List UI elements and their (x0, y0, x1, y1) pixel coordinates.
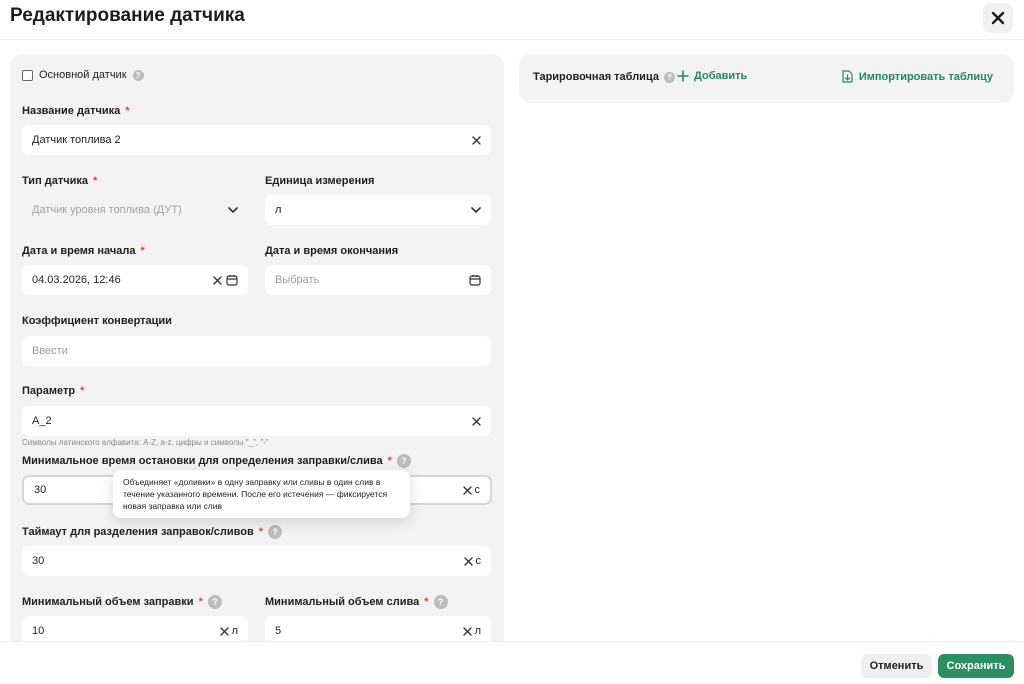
main-sensor-label: Основной датчик (39, 69, 127, 81)
import-table-label: Импортировать таблицу (858, 70, 993, 83)
sensor-form-panel: Основной датчик ? Название датчика * Дат… (10, 54, 504, 644)
conversion-coef-label-text: Коэффициент конвертации (22, 315, 172, 327)
sensor-name-label-text: Название датчика (22, 105, 121, 117)
clear-icon[interactable] (462, 626, 472, 636)
sensor-type-label: Тип датчика * (22, 175, 97, 187)
sensor-name-label: Название датчика * (22, 105, 130, 117)
clear-icon[interactable] (213, 275, 222, 285)
end-date-placeholder: Выбрать (275, 274, 320, 286)
min-refuel-unit: л (231, 625, 238, 637)
unit-value: л (275, 204, 282, 216)
calibration-table-panel: Тарировочная таблица ? Добавить Импортир… (519, 54, 1014, 103)
timeout-unit: с (475, 555, 482, 567)
main-sensor-checkbox[interactable] (22, 69, 33, 81)
help-icon[interactable]: ? (268, 525, 283, 539)
end-date-label-text: Дата и время окончания (265, 245, 399, 257)
min-refuel-label-text: Минимальный объем заправки (22, 596, 194, 608)
plus-icon (677, 70, 689, 82)
min-stop-unit: с (474, 484, 481, 496)
conversion-coef-input[interactable]: Ввести (22, 336, 491, 366)
page-title: Редактирование датчика (10, 5, 245, 26)
chevron-down-icon (471, 207, 481, 213)
required-mark: * (80, 385, 85, 397)
add-row-label: Добавить (694, 70, 748, 82)
calendar-icon[interactable] (469, 274, 481, 286)
file-import-icon (842, 70, 853, 83)
start-date-input[interactable]: 04.03.2026, 12:46 (22, 265, 248, 295)
min-drain-label-text: Минимальный объем слива (265, 596, 420, 608)
required-mark: * (258, 526, 264, 538)
timeout-value: 30 (32, 555, 45, 567)
conversion-coef-label: Коэффициент конвертации (22, 315, 172, 327)
unit-select[interactable]: л (265, 195, 491, 225)
main-sensor-checkbox-row[interactable]: Основной датчик ? (22, 69, 144, 81)
end-date-input[interactable]: Выбрать (265, 265, 491, 295)
unit-label: Единица измерения (265, 175, 374, 187)
sensor-type-label-text: Тип датчика (22, 175, 89, 187)
calendar-icon[interactable] (226, 274, 238, 286)
min-stop-label: Минимальное время остановки для определе… (22, 454, 411, 468)
required-mark: * (198, 596, 203, 608)
min-drain-unit: л (474, 625, 481, 637)
timeout-input[interactable]: 30 с (22, 546, 491, 576)
clear-icon[interactable] (472, 416, 481, 426)
min-drain-label: Минимальный объем слива * ? (265, 595, 448, 609)
help-tooltip: Объединяет «доливки» в одну заправку или… (113, 470, 410, 518)
start-date-value: 04.03.2026, 12:46 (32, 274, 121, 286)
cancel-button[interactable]: Отменить (861, 654, 932, 678)
parameter-input[interactable]: A_2 (22, 406, 491, 436)
required-mark: * (387, 455, 392, 467)
help-icon[interactable]: ? (207, 595, 222, 609)
required-mark: * (140, 245, 145, 257)
min-stop-label-text: Минимальное время остановки для определе… (22, 455, 383, 467)
conversion-coef-placeholder: Ввести (32, 345, 68, 357)
sensor-name-value: Датчик топлива 2 (32, 134, 121, 146)
help-icon[interactable]: ? (132, 69, 144, 81)
calibration-title-text: Тарировочная таблица (533, 71, 659, 83)
clear-icon[interactable] (219, 626, 229, 636)
min-drain-input[interactable]: 5 л (265, 616, 491, 644)
parameter-label: Параметр * (22, 385, 84, 397)
close-icon (991, 11, 1005, 25)
calibration-title: Тарировочная таблица ? (533, 71, 675, 83)
parameter-hint: Символы латинского алфавита: A-Z, a-z, ц… (22, 438, 269, 447)
close-button[interactable] (983, 3, 1013, 33)
clear-icon[interactable] (462, 485, 472, 495)
min-drain-value: 5 (275, 625, 282, 637)
chevron-down-icon (228, 207, 238, 213)
add-row-button[interactable]: Добавить (677, 70, 747, 82)
min-refuel-input[interactable]: 10 л (22, 616, 248, 644)
sensor-name-input[interactable]: Датчик топлива 2 (22, 125, 491, 155)
parameter-value: A_2 (32, 415, 52, 427)
min-refuel-value: 10 (32, 625, 45, 637)
required-mark: * (93, 175, 98, 187)
end-date-label: Дата и время окончания (265, 245, 398, 257)
min-refuel-label: Минимальный объем заправки * ? (22, 595, 222, 609)
start-date-label: Дата и время начала * (22, 245, 145, 257)
clear-icon[interactable] (463, 556, 473, 566)
sensor-type-value: Датчик уровня топлива (ДУТ) (32, 204, 182, 216)
help-icon[interactable]: ? (396, 454, 411, 468)
timeout-label: Таймаут для разделения заправок/сливов *… (22, 525, 283, 539)
required-mark: * (125, 105, 130, 117)
timeout-label-text: Таймаут для разделения заправок/сливов (22, 526, 254, 538)
modal-header: Редактирование датчика (0, 0, 1024, 40)
required-mark: * (424, 596, 429, 608)
clear-icon[interactable] (472, 135, 481, 145)
save-button[interactable]: Сохранить (938, 654, 1014, 678)
help-icon[interactable]: ? (663, 71, 675, 83)
sensor-type-select[interactable]: Датчик уровня топлива (ДУТ) (22, 195, 248, 225)
start-date-label-text: Дата и время начала (22, 245, 136, 257)
parameter-label-text: Параметр (22, 385, 76, 397)
unit-label-text: Единица измерения (265, 175, 375, 187)
import-table-button[interactable]: Импортировать таблицу (841, 70, 993, 83)
help-icon[interactable]: ? (433, 595, 448, 609)
